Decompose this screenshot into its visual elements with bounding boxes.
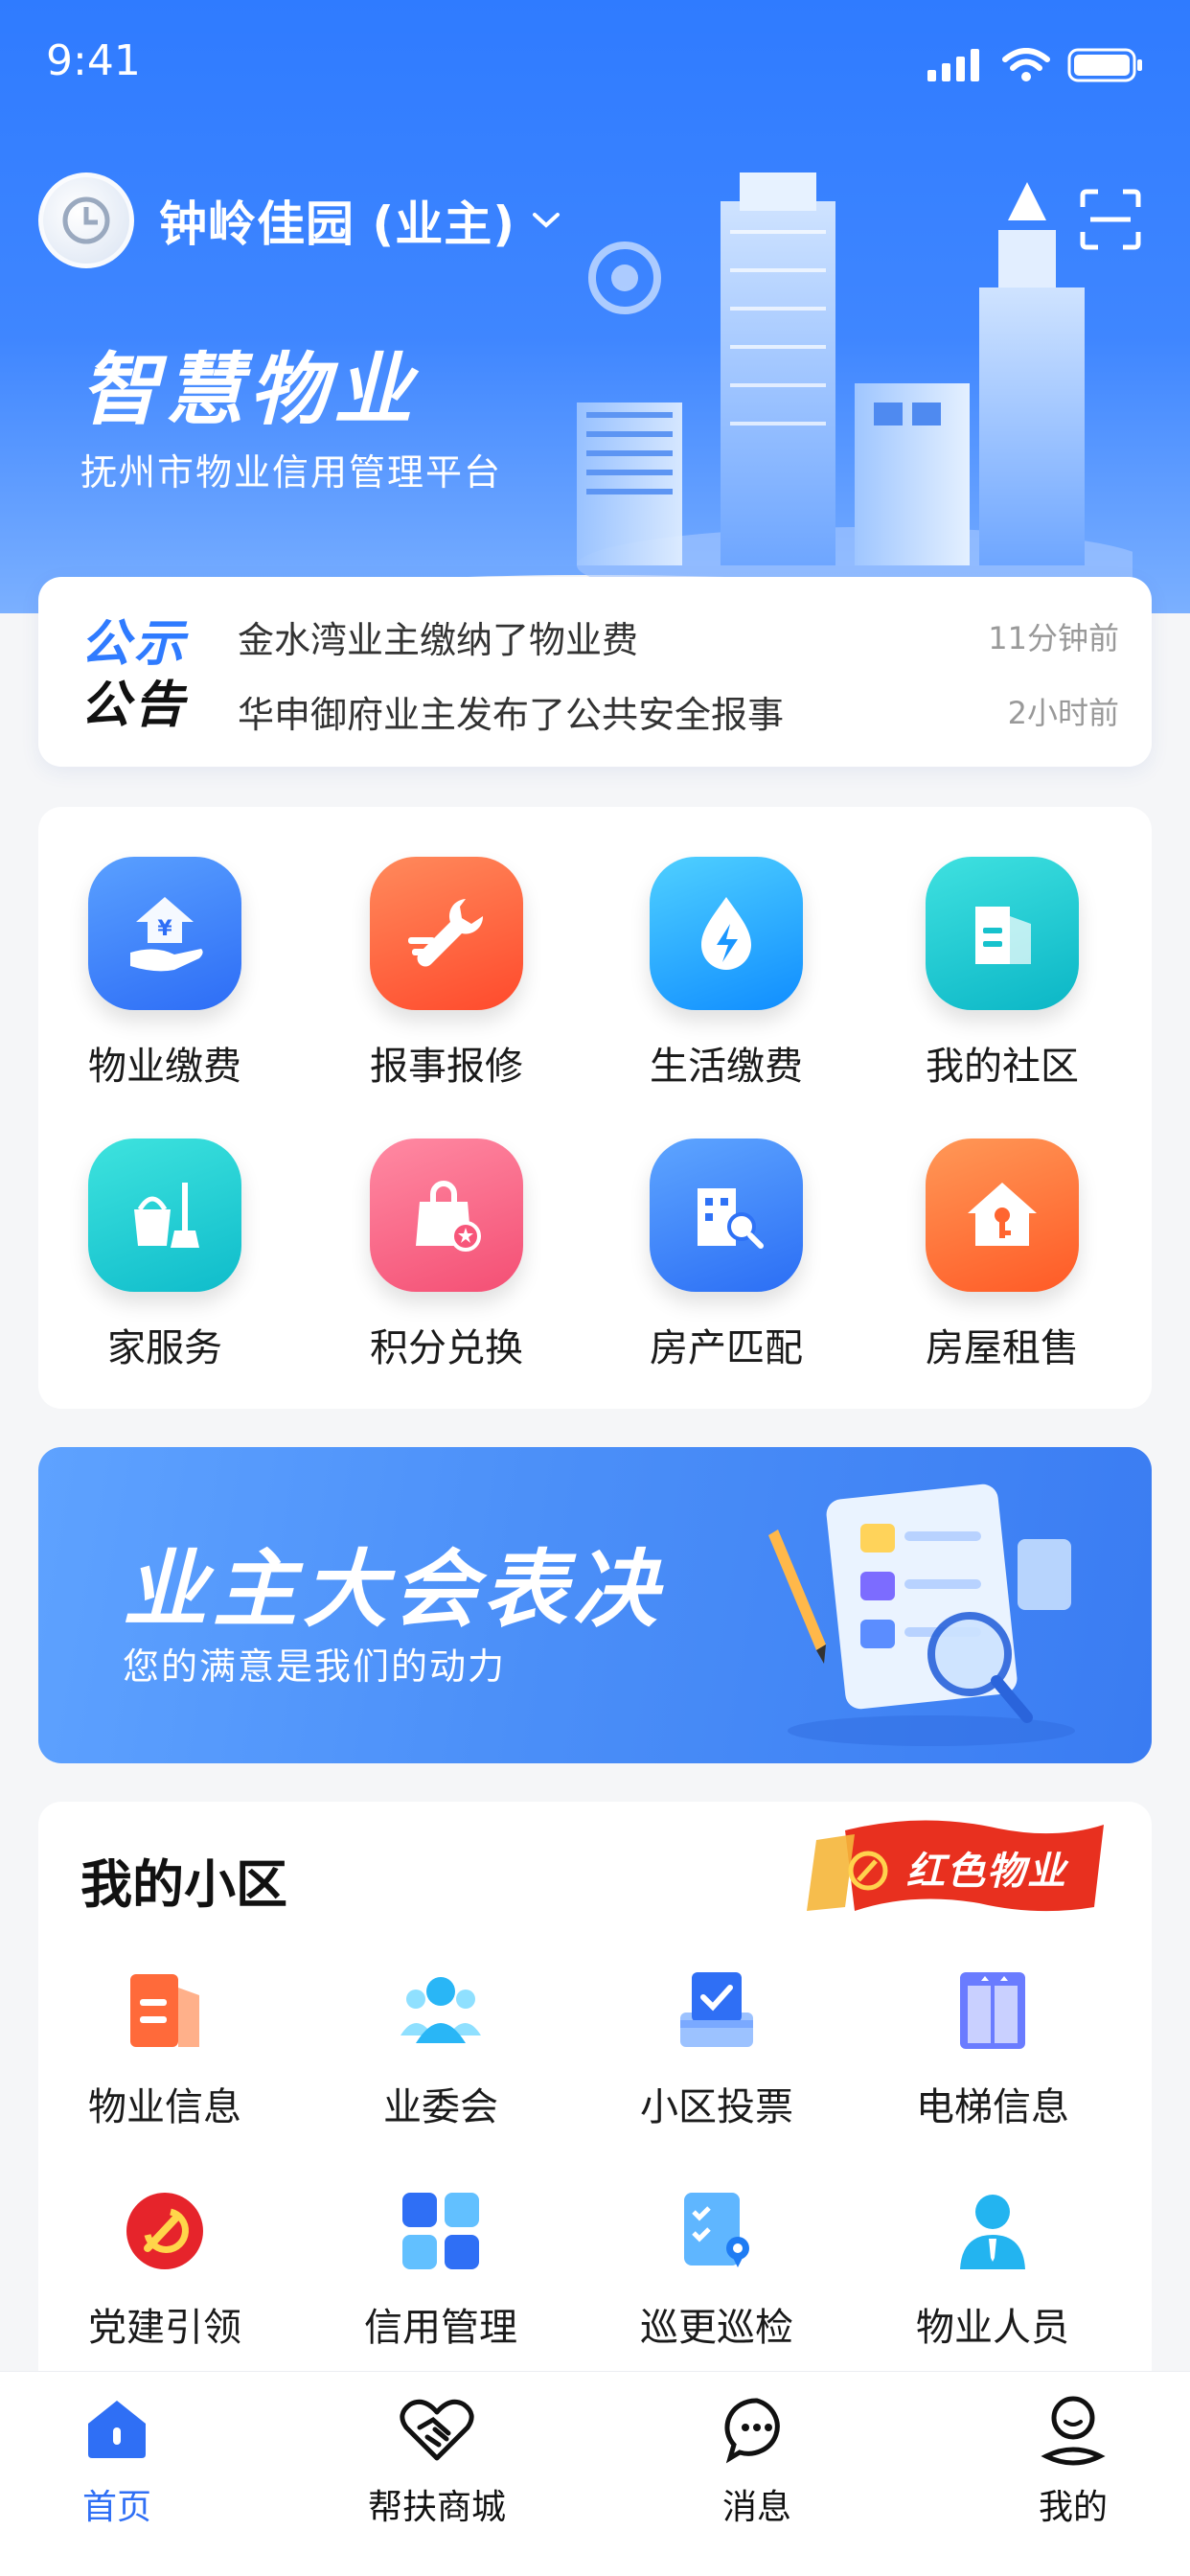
property-payment-icon: ¥ xyxy=(88,857,241,1010)
community-item-elevator[interactable]: 电梯信息 xyxy=(868,1965,1117,2156)
service-home-service[interactable]: 家服务 xyxy=(40,1138,289,1388)
water-drop-icon xyxy=(650,857,803,1010)
red-property-badge[interactable]: 红色物业 xyxy=(788,1811,1113,1917)
tab-home[interactable]: 首页 xyxy=(2,2391,232,2554)
vote-banner[interactable]: 业主大会表决 您的满意是我们的动力 xyxy=(38,1447,1152,1763)
community-selector[interactable]: 钟岭佳园 (业主) xyxy=(38,172,561,268)
committee-people-icon xyxy=(395,1965,487,2057)
service-rent-sale[interactable]: 房屋租售 xyxy=(878,1138,1127,1388)
chevron-down-icon[interactable] xyxy=(531,211,561,230)
community-item-party[interactable]: 党建引领 xyxy=(40,2185,289,2377)
community-item-label: 党建引领 xyxy=(88,2306,241,2350)
community-item-committee[interactable]: 业委会 xyxy=(316,1965,565,2156)
city-illustration xyxy=(577,172,1133,585)
notice-time: 11分钟前 xyxy=(988,620,1119,656)
notice-message: 金水湾业主缴纳了物业费 xyxy=(238,618,639,661)
community-item-label: 巡更巡检 xyxy=(640,2306,793,2350)
community-item-property-info[interactable]: 物业信息 xyxy=(40,1965,289,2156)
notice-message: 华申御府业主发布了公共安全报事 xyxy=(238,693,785,736)
service-points-exchange[interactable]: 积分兑换 xyxy=(322,1138,571,1388)
tab-label: 首页 xyxy=(81,2488,151,2527)
status-bar: 9:41 xyxy=(0,0,1190,134)
my-community-section: 我的小区 红色物业 物业信息 业委会 小区投票 电梯信息 党建引领 信用管理 巡… xyxy=(38,1802,1152,2396)
notice-card[interactable]: 公示 公告 金水湾业主缴纳了物业费 11分钟前 华申御府业主发布了公共安全报事 … xyxy=(38,577,1152,767)
notice-item[interactable]: 金水湾业主缴纳了物业费 11分钟前 xyxy=(238,608,1119,665)
staff-person-icon xyxy=(947,2185,1039,2277)
scan-icon[interactable] xyxy=(1079,188,1142,251)
community-item-credit[interactable]: 信用管理 xyxy=(316,2185,565,2377)
notice-tag-line1: 公示 xyxy=(80,615,189,673)
service-label: 物业缴费 xyxy=(88,1045,241,1089)
tab-label: 帮扶商城 xyxy=(367,2488,506,2527)
notice-time: 2小时前 xyxy=(1007,695,1119,731)
vote-box-icon xyxy=(671,1965,763,2057)
cellular-signal-icon xyxy=(927,49,979,81)
service-utilities[interactable]: 生活缴费 xyxy=(602,857,851,1106)
red-property-label: 红色物业 xyxy=(906,1850,1067,1894)
notice-item[interactable]: 华申御府业主发布了公共安全报事 2小时前 xyxy=(238,682,1119,740)
home-icon xyxy=(79,2391,155,2468)
cleaning-icon xyxy=(88,1138,241,1292)
notice-tag-line2: 公告 xyxy=(80,677,189,734)
tab-label: 消息 xyxy=(721,2488,791,2527)
tab-messages[interactable]: 消息 xyxy=(642,2391,872,2554)
community-item-patrol[interactable]: 巡更巡检 xyxy=(592,2185,841,2377)
grid-apps-icon xyxy=(395,2185,487,2277)
community-item-vote[interactable]: 小区投票 xyxy=(592,1965,841,2156)
service-label: 积分兑换 xyxy=(370,1326,523,1370)
avatar-placeholder-icon xyxy=(62,196,110,244)
community-item-label: 业委会 xyxy=(383,2085,498,2129)
wifi-icon xyxy=(1002,48,1050,81)
service-repair[interactable]: 报事报修 xyxy=(322,857,571,1106)
community-item-label: 信用管理 xyxy=(364,2306,517,2350)
tab-mall[interactable]: 帮扶商城 xyxy=(322,2391,552,2554)
house-key-icon xyxy=(926,1138,1079,1292)
service-my-community[interactable]: 我的社区 xyxy=(878,857,1127,1106)
service-label: 家服务 xyxy=(107,1326,222,1370)
party-emblem-icon xyxy=(119,2185,211,2277)
profile-icon xyxy=(1035,2391,1111,2468)
status-time: 9:41 xyxy=(46,36,141,85)
repair-wrench-icon xyxy=(370,857,523,1010)
svg-text:¥: ¥ xyxy=(157,917,172,941)
avatar[interactable] xyxy=(38,172,134,268)
header-banner: 9:41 钟岭佳园 (业主) 智慧物业 抚州市物业信用管理平台 xyxy=(0,0,1190,613)
building-search-icon xyxy=(650,1138,803,1292)
service-label: 房屋租售 xyxy=(926,1326,1079,1370)
community-name[interactable]: 钟岭佳园 (业主) xyxy=(159,186,515,255)
bottom-tab-bar: 首页 帮扶商城 消息 我的 xyxy=(0,2371,1190,2576)
handshake-heart-icon xyxy=(399,2391,475,2468)
message-bubble-icon xyxy=(719,2391,795,2468)
property-info-icon xyxy=(119,1965,211,2057)
banner-subtitle: 您的满意是我们的动力 xyxy=(123,1645,507,1688)
notice-tag: 公示 公告 xyxy=(80,613,205,736)
service-label: 报事报修 xyxy=(370,1045,523,1089)
services-grid: ¥ 物业缴费 报事报修 生活缴费 我的社区 家服务 积分兑换 房产匹配 房屋租售 xyxy=(38,807,1152,1409)
service-label: 我的社区 xyxy=(926,1045,1079,1089)
inspection-checklist-icon xyxy=(671,2185,763,2277)
community-building-icon xyxy=(926,857,1079,1010)
community-item-label: 电梯信息 xyxy=(916,2085,1069,2129)
community-item-label: 物业人员 xyxy=(916,2306,1069,2350)
elevator-icon xyxy=(947,1965,1039,2057)
community-item-label: 物业信息 xyxy=(88,2085,241,2129)
brand-subtitle: 抚州市物业信用管理平台 xyxy=(80,451,503,494)
shopping-bag-icon xyxy=(370,1138,523,1292)
ballot-illustration xyxy=(768,1484,1075,1746)
section-title: 我的小区 xyxy=(80,1854,287,1915)
service-label: 生活缴费 xyxy=(650,1045,803,1089)
service-property-match[interactable]: 房产匹配 xyxy=(602,1138,851,1388)
community-item-staff[interactable]: 物业人员 xyxy=(868,2185,1117,2377)
tab-profile[interactable]: 我的 xyxy=(958,2391,1188,2554)
battery-icon xyxy=(1067,48,1142,82)
brand-title: 智慧物业 xyxy=(80,345,418,436)
service-property-payment[interactable]: ¥ 物业缴费 xyxy=(40,857,289,1106)
service-label: 房产匹配 xyxy=(650,1326,803,1370)
banner-title: 业主大会表决 xyxy=(123,1540,664,1639)
community-item-label: 小区投票 xyxy=(640,2085,793,2129)
tab-label: 我的 xyxy=(1038,2488,1108,2527)
